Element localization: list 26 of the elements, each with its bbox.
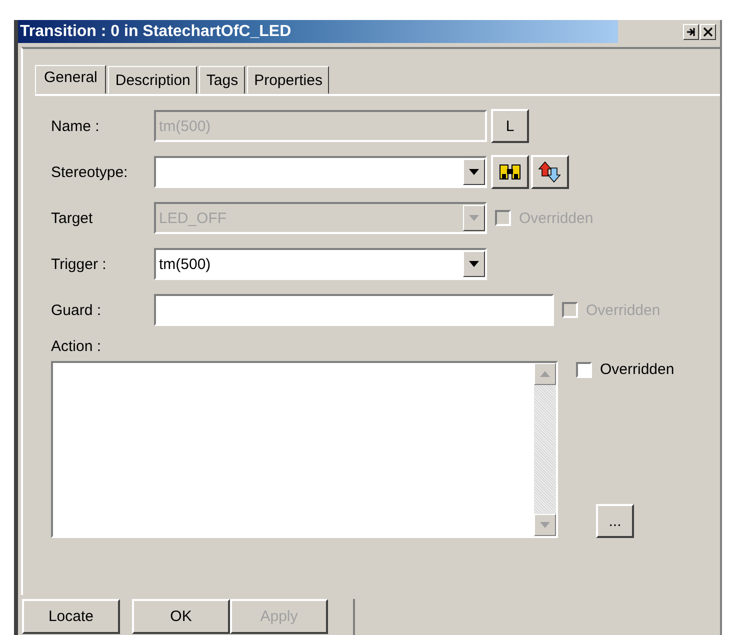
overridden-label: Overridden: [600, 361, 674, 378]
stereotype-label: Stereotype:: [51, 164, 129, 180]
scroll-up-icon[interactable]: [534, 363, 556, 385]
scroll-down-icon[interactable]: [534, 514, 556, 536]
target-label: Target: [51, 210, 94, 226]
name-label: Name :: [51, 118, 100, 134]
tab[interactable]: Tags: [199, 66, 246, 94]
guard-field[interactable]: [154, 294, 554, 326]
dialog-button[interactable]: Locate: [22, 599, 120, 634]
window-title: Transition : 0 in StatechartOfC_LED: [18, 20, 618, 43]
scrollbar[interactable]: [534, 363, 556, 536]
dialog-button[interactable]: OK: [132, 599, 230, 634]
more-button[interactable]: ...: [596, 504, 634, 538]
trigger-label: Trigger :: [51, 256, 108, 272]
guard-label: Guard :: [51, 302, 102, 318]
pin-icon[interactable]: [683, 24, 699, 40]
close-icon[interactable]: [700, 24, 716, 40]
stereotype-dropdown[interactable]: [154, 156, 487, 188]
tab[interactable]: Description: [108, 66, 198, 94]
up-down-arrows-icon[interactable]: [531, 155, 569, 189]
trigger-dropdown[interactable]: tm(500): [154, 248, 487, 280]
tab[interactable]: General: [35, 65, 106, 94]
tab[interactable]: Properties: [247, 66, 330, 94]
binoculars-icon[interactable]: [491, 155, 529, 189]
overridden-checkbox[interactable]: [576, 362, 592, 378]
action-label: Action :: [51, 338, 102, 355]
